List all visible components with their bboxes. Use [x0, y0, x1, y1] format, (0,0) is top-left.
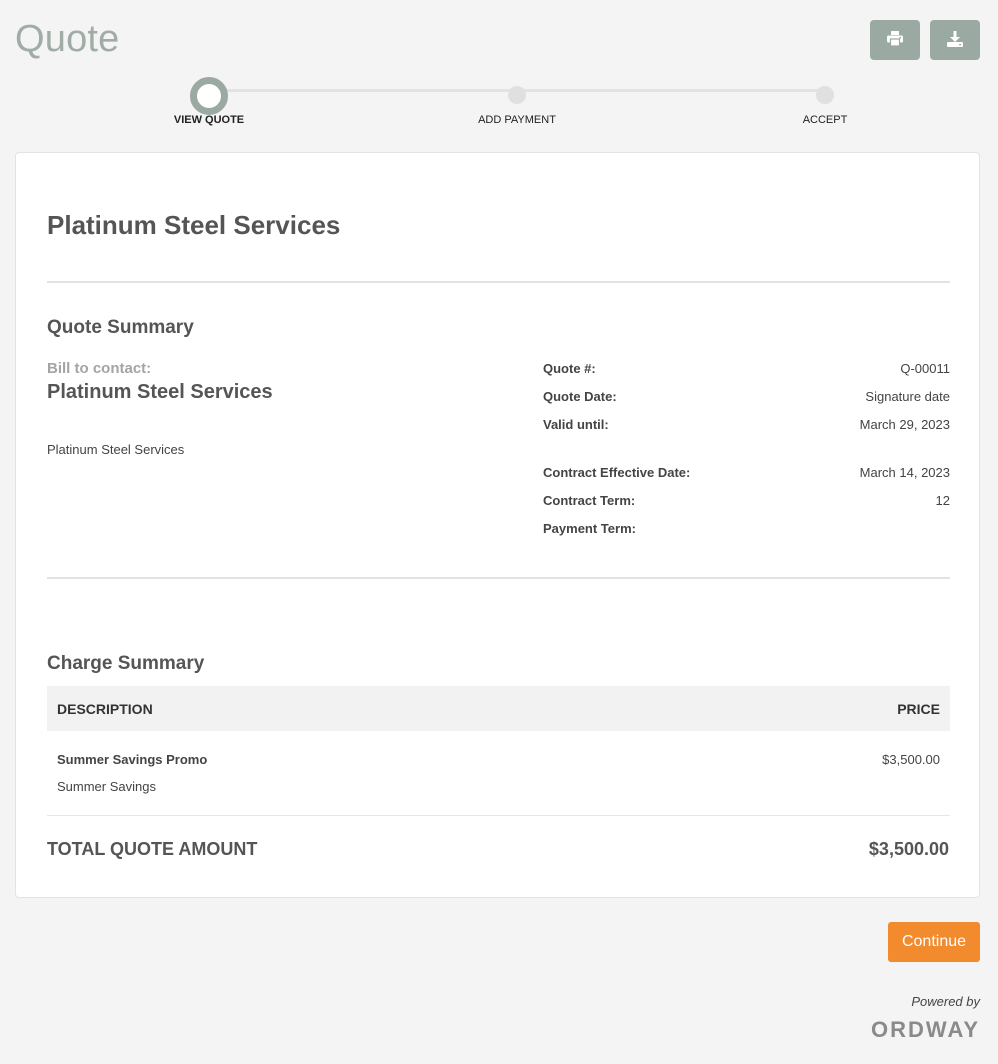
download-icon [947, 30, 963, 50]
meta-label: Contract Effective Date: [543, 465, 691, 480]
charge-table-header: DESCRIPTION PRICE [47, 686, 950, 731]
download-button[interactable] [930, 20, 980, 60]
quote-summary-title: Quote Summary [47, 317, 194, 338]
table-row: Summer Savings Promo Summer Savings $3,5… [47, 731, 950, 816]
divider [47, 577, 950, 579]
charge-summary-title: Charge Summary [47, 653, 205, 674]
meta-row-quote-date: Quote Date: Signature date [543, 389, 950, 404]
powered-by-label: Powered by [911, 994, 980, 1009]
quote-card: Platinum Steel Services Quote Summary Bi… [15, 152, 980, 898]
bill-to-name: Platinum Steel Services [47, 381, 273, 403]
meta-value: March 29, 2023 [859, 417, 950, 432]
meta-label: Payment Term: [543, 521, 636, 536]
step-label-add-payment: ADD PAYMENT [478, 114, 556, 126]
meta-value: Q-00011 [900, 361, 950, 376]
meta-row-quote-number: Quote #: Q-00011 [543, 361, 950, 376]
meta-row-valid-until: Valid until: March 29, 2023 [543, 417, 950, 432]
meta-label: Quote #: [543, 361, 596, 376]
total-value: $3,500.00 [868, 839, 949, 859]
charge-name: Summer Savings Promo [57, 752, 208, 767]
continue-button[interactable]: Continue [888, 922, 980, 962]
meta-row-contract-term: Contract Term: 12 [543, 493, 950, 508]
company-name: Platinum Steel Services [47, 210, 341, 240]
meta-value: March 14, 2023 [859, 465, 950, 480]
print-icon [887, 31, 903, 49]
step-indicator-accept [816, 86, 834, 104]
meta-label: Valid until: [543, 417, 609, 432]
ordway-logo: ORDWAY [871, 1017, 980, 1042]
charge-price: $3,500.00 [882, 752, 940, 767]
step-indicator-view-quote [190, 77, 228, 115]
step-label-accept: ACCEPT [802, 114, 848, 126]
page-title: Quote [15, 18, 120, 60]
bill-to-label: Bill to contact: [47, 360, 152, 377]
step-connector [517, 89, 825, 92]
column-header-description: DESCRIPTION [57, 700, 153, 717]
bill-to-address: Platinum Steel Services [47, 442, 185, 457]
meta-row-contract-effective-date: Contract Effective Date: March 14, 2023 [543, 465, 950, 480]
meta-label: Contract Term: [543, 493, 636, 508]
total-label: TOTAL QUOTE AMOUNT [47, 839, 258, 859]
progress-stepper: VIEW QUOTE ADD PAYMENT ACCEPT [0, 77, 998, 128]
charge-subtitle: Summer Savings [57, 779, 156, 794]
charge-table: DESCRIPTION PRICE Summer Savings Promo S… [47, 686, 950, 816]
step-connector [208, 89, 517, 92]
column-header-price: PRICE [897, 700, 940, 717]
meta-value: Signature date [865, 389, 950, 404]
meta-label: Quote Date: [543, 389, 617, 404]
print-button[interactable] [870, 20, 920, 60]
meta-row-payment-term: Payment Term: [543, 521, 950, 536]
divider [47, 281, 950, 283]
meta-value: 12 [935, 493, 950, 508]
step-label-view-quote: VIEW QUOTE [173, 114, 245, 126]
step-indicator-add-payment [508, 86, 526, 104]
